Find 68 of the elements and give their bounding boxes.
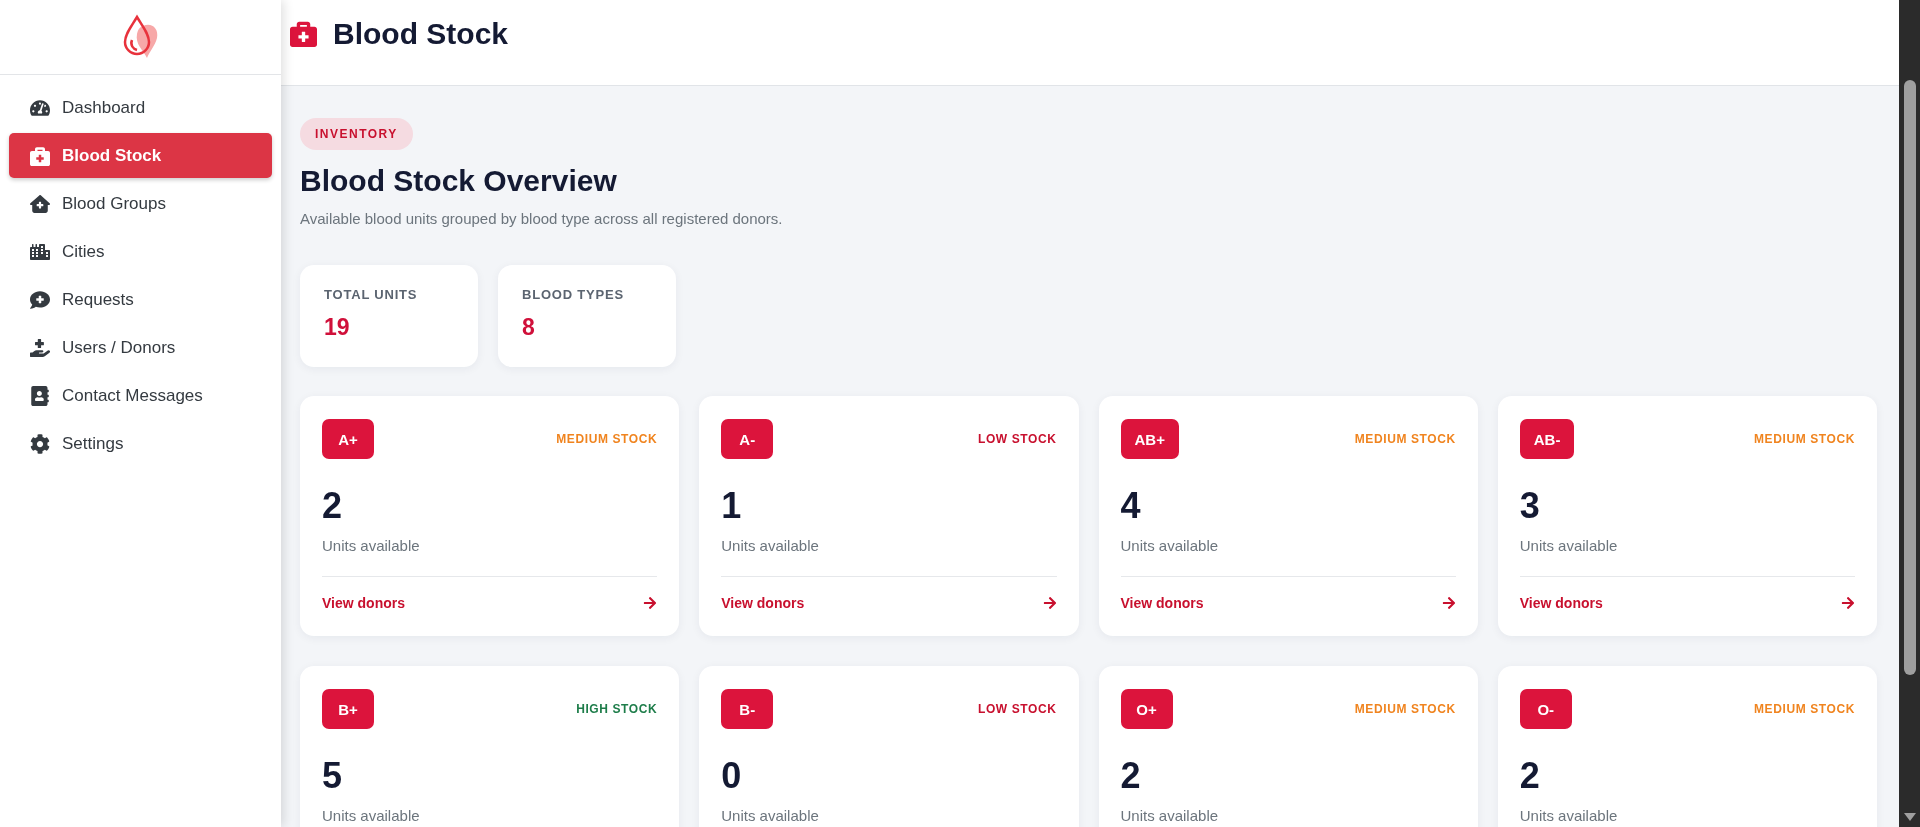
city-icon: [30, 241, 50, 262]
sidebar-item[interactable]: Blood Groups: [9, 181, 272, 226]
unit-caption: Units available: [721, 807, 820, 824]
unit-caption: Units available: [1120, 807, 1220, 824]
contact-card-icon: [30, 385, 50, 406]
page-title: Blood Stock: [333, 18, 508, 50]
stat-value: 8: [522, 314, 536, 341]
view-donors-link[interactable]: View donors: [1120, 595, 1204, 611]
stock-status: HIGH STOCK: [576, 702, 658, 716]
unit-count: 5: [322, 755, 344, 797]
blood-group-badge: A+: [322, 419, 374, 459]
stock-status: LOW STOCK: [978, 702, 1057, 716]
blood-group-badge: O+: [1120, 689, 1173, 729]
sidebar-item[interactable]: Users / Donors: [9, 325, 272, 370]
blood-group-badge: AB+: [1120, 419, 1179, 459]
unit-caption: Units available: [721, 537, 820, 554]
sidebar-item[interactable]: Contact Messages: [9, 373, 272, 418]
section-tag: INVENTORY: [300, 118, 413, 150]
sidebar-item[interactable]: Settings: [9, 421, 272, 466]
scrollbar-thumb[interactable]: [1903, 80, 1916, 675]
settings-icon: [30, 433, 50, 454]
unit-count: 0: [721, 755, 743, 797]
blood-group-badge: B+: [322, 689, 374, 729]
unit-count: 2: [322, 485, 344, 527]
unit-caption: Units available: [322, 807, 421, 824]
blood-group-badge: B-: [721, 689, 774, 729]
stock-status: MEDIUM STOCK: [1354, 432, 1456, 446]
stock-status: MEDIUM STOCK: [556, 432, 658, 446]
house-medical-icon: [30, 193, 50, 214]
unit-count: 2: [1519, 755, 1541, 797]
unit-count: 1: [721, 485, 743, 527]
unit-count: 2: [1120, 755, 1142, 797]
unit-caption: Units available: [1519, 537, 1619, 554]
stat-label: BLOOD TYPES: [522, 287, 625, 302]
unit-caption: Units available: [1120, 537, 1220, 554]
scroll-down-icon[interactable]: [1903, 813, 1916, 821]
hand-plus-icon: [30, 337, 50, 358]
stock-status: MEDIUM STOCK: [1754, 702, 1855, 716]
sidebar-item[interactable]: Requests: [9, 277, 272, 322]
sidebar-item[interactable]: Blood Stock: [9, 133, 272, 178]
stock-status: MEDIUM STOCK: [1354, 702, 1456, 716]
sidebar-item[interactable]: Dashboard: [9, 85, 272, 130]
stat-value: 19: [324, 314, 351, 341]
medical-kit-icon: [290, 20, 317, 47]
blood-group-badge: O-: [1519, 689, 1572, 729]
sidebar-item[interactable]: Cities: [9, 229, 272, 274]
section-subtitle: Available blood units grouped by blood type across all registered donors.: [300, 210, 784, 227]
unit-count: 4: [1120, 485, 1142, 527]
scrollbar[interactable]: [1899, 0, 1920, 827]
arrow-right-icon[interactable]: [1441, 596, 1456, 610]
unit-caption: Units available: [1519, 807, 1619, 824]
arrow-right-icon[interactable]: [1042, 596, 1057, 610]
stock-status: MEDIUM STOCK: [1754, 432, 1855, 446]
gauge-icon: [30, 97, 50, 118]
stat-label: TOTAL UNITS: [324, 287, 419, 302]
blood-group-badge: A-: [721, 419, 774, 459]
arrow-right-icon[interactable]: [1841, 596, 1855, 610]
stock-status: LOW STOCK: [978, 432, 1057, 446]
chat-plus-icon: [30, 289, 50, 310]
medical-kit-icon: [30, 145, 50, 166]
unit-caption: Units available: [322, 537, 421, 554]
unit-count: 3: [1519, 485, 1541, 527]
view-donors-link[interactable]: View donors: [322, 595, 405, 611]
view-donors-link[interactable]: View donors: [1519, 595, 1603, 611]
arrow-right-icon[interactable]: [643, 596, 658, 610]
view-donors-link[interactable]: View donors: [721, 595, 805, 611]
blood-group-badge: AB-: [1519, 419, 1575, 459]
section-title: Blood Stock Overview: [300, 164, 618, 198]
